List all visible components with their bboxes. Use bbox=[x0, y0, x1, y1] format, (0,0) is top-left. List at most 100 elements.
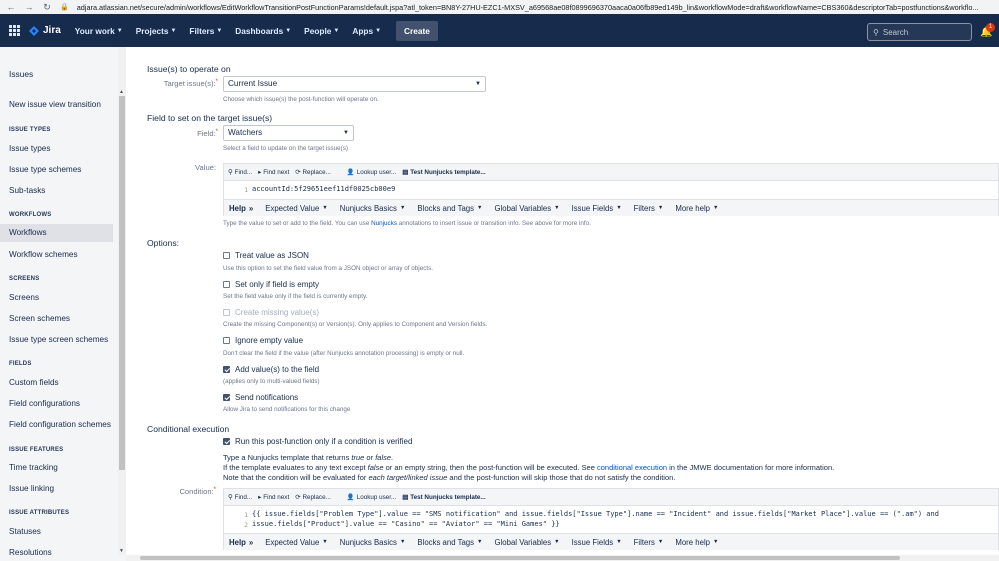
menu-projects[interactable]: Projects ▼ bbox=[136, 26, 177, 36]
sidebar-item-issue-linking[interactable]: Issue linking bbox=[9, 484, 54, 493]
blocks-and-tags-tab[interactable]: Blocks and Tags ▼ bbox=[417, 538, 482, 547]
find-next-button[interactable]: ▸ Find next bbox=[258, 169, 289, 176]
create-button[interactable]: Create bbox=[396, 20, 438, 41]
menu-dashboards[interactable]: Dashboards ▼ bbox=[235, 26, 291, 36]
option-add-values[interactable]: Add value(s) to the field bbox=[223, 365, 319, 374]
sidebar-heading-issue-types: ISSUE TYPES bbox=[9, 127, 51, 133]
checkbox bbox=[223, 309, 230, 316]
option-ignore-empty[interactable]: Ignore empty value bbox=[223, 336, 303, 345]
conditional-execution-link[interactable]: conditional execution bbox=[597, 463, 667, 472]
field-select[interactable]: Watchers ▼ bbox=[223, 125, 354, 141]
filters-tab[interactable]: Filters ▼ bbox=[634, 204, 664, 213]
value-code[interactable]: accountId:5f29651eef11df0025cb00e9 bbox=[252, 185, 395, 193]
sidebar-item-time-tracking[interactable]: Time tracking bbox=[9, 463, 58, 472]
sidebar-item-screen-schemes[interactable]: Screen schemes bbox=[9, 314, 70, 323]
chevron-down-icon: ▼ bbox=[657, 205, 664, 211]
option-treat-json-hint: Use this option to set the field value f… bbox=[223, 265, 433, 272]
sidebar-item-issue-types[interactable]: Issue types bbox=[9, 144, 50, 153]
checkbox[interactable] bbox=[223, 337, 230, 344]
sidebar-item-issue-type-schemes[interactable]: Issue type schemes bbox=[9, 165, 81, 174]
reload-icon[interactable]: ↻ bbox=[42, 2, 52, 13]
chevron-down-icon: ▼ bbox=[477, 539, 483, 545]
lookup-user-button[interactable]: 👤 Lookup user... bbox=[347, 493, 396, 502]
condition-editor-toolbar: ⚲ Find... ▸ Find next ⟳ Replace... 👤 Lookup … bbox=[224, 489, 998, 506]
sidebar-item-screens[interactable]: Screens bbox=[9, 293, 39, 302]
sidebar-item-issue-type-screen-schemes[interactable]: Issue type screen schemes bbox=[9, 335, 108, 344]
issue-fields-tab[interactable]: Issue Fields ▼ bbox=[572, 538, 622, 547]
horizontal-scrollbar-thumb[interactable] bbox=[140, 556, 900, 560]
chevron-down-icon: ▼ bbox=[343, 130, 349, 136]
filters-tab[interactable]: Filters ▼ bbox=[634, 538, 664, 547]
help-tab[interactable]: Help» bbox=[229, 538, 253, 547]
chevron-down-icon: ▼ bbox=[216, 27, 223, 34]
condition-help-bar: Help» Expected Value ▼ Nunjucks Basics ▼ B… bbox=[224, 533, 998, 550]
menu-apps[interactable]: Apps ▼ bbox=[352, 26, 381, 36]
option-send-notifications-hint: Allow Jira to send notifications for thi… bbox=[223, 406, 351, 413]
back-icon[interactable]: ← bbox=[6, 2, 16, 12]
sidebar-item-statuses[interactable]: Statuses bbox=[9, 527, 41, 536]
sidebar-item-workflows[interactable]: Workflows bbox=[9, 228, 47, 237]
condition-code-line-1[interactable]: {{ issue.fields["Problem Type"].value ==… bbox=[252, 510, 939, 518]
sidebar: Issues New issue view transition ISSUE T… bbox=[0, 47, 126, 561]
expected-value-tab[interactable]: Expected Value ▼ bbox=[265, 538, 328, 547]
forward-icon[interactable]: → bbox=[24, 2, 34, 12]
global-variables-tab[interactable]: Global Variables ▼ bbox=[495, 204, 560, 213]
help-tab[interactable]: Help» bbox=[229, 204, 253, 213]
menu-filters[interactable]: Filters ▼ bbox=[189, 26, 222, 36]
test-template-button[interactable]: ▤ Test Nunjucks template... bbox=[402, 494, 485, 501]
nunjucks-basics-tab[interactable]: Nunjucks Basics ▼ bbox=[340, 538, 406, 547]
chevron-down-icon: ▼ bbox=[116, 27, 123, 34]
test-template-button[interactable]: ▤ Test Nunjucks template... bbox=[402, 169, 485, 176]
expected-value-tab[interactable]: Expected Value ▼ bbox=[265, 204, 328, 213]
more-help-tab[interactable]: More help ▼ bbox=[675, 538, 718, 547]
scroll-down-icon[interactable]: ▼ bbox=[119, 548, 124, 554]
sidebar-item-field-configuration-schemes[interactable]: Field configuration schemes bbox=[9, 420, 111, 429]
menu-people[interactable]: People ▼ bbox=[304, 26, 339, 36]
chevron-down-icon: ▼ bbox=[399, 205, 406, 211]
sidebar-item-field-configurations[interactable]: Field configurations bbox=[9, 399, 80, 408]
find-next-button[interactable]: ▸ Find next bbox=[258, 494, 289, 501]
option-set-if-empty[interactable]: Set only if field is empty bbox=[223, 280, 319, 289]
option-treat-json[interactable]: Treat value as JSON bbox=[223, 251, 309, 260]
search-input[interactable]: ⚲ Search bbox=[867, 23, 972, 41]
checkbox[interactable] bbox=[223, 252, 230, 259]
option-send-notifications[interactable]: Send notifications bbox=[223, 393, 298, 402]
checkbox-checked[interactable] bbox=[223, 394, 230, 401]
sidebar-scrollbar-thumb[interactable] bbox=[119, 96, 125, 470]
lookup-user-button[interactable]: 👤 Lookup user... bbox=[347, 168, 396, 177]
find-next-icon: ▸ bbox=[258, 493, 262, 501]
replace-button[interactable]: ⟳ Replace... bbox=[295, 169, 331, 176]
global-variables-tab[interactable]: Global Variables ▼ bbox=[495, 538, 560, 547]
double-chevron-icon: » bbox=[248, 203, 254, 213]
find-button[interactable]: ⚲ Find... bbox=[228, 169, 252, 176]
sidebar-item-workflow-schemes[interactable]: Workflow schemes bbox=[9, 250, 78, 259]
double-chevron-icon: » bbox=[248, 537, 254, 547]
sidebar-item-custom-fields[interactable]: Custom fields bbox=[9, 378, 59, 387]
checkbox-checked[interactable] bbox=[223, 366, 230, 373]
blocks-and-tags-tab[interactable]: Blocks and Tags ▼ bbox=[417, 204, 482, 213]
replace-button[interactable]: ⟳ Replace... bbox=[295, 494, 331, 501]
condition-editor[interactable]: ⚲ Find... ▸ Find next ⟳ Replace... 👤 Lookup … bbox=[223, 488, 999, 550]
target-issue-select[interactable]: Current Issue ▼ bbox=[223, 76, 486, 92]
issue-fields-tab[interactable]: Issue Fields ▼ bbox=[572, 204, 622, 213]
nunjucks-link[interactable]: Nunjucks bbox=[371, 220, 397, 227]
sidebar-item-new-issue-view[interactable]: New issue view transition bbox=[9, 100, 101, 109]
sidebar-title[interactable]: Issues bbox=[9, 69, 33, 79]
value-editor[interactable]: ⚲ Find... ▸ Find next ⟳ Replace... 👤 Lookup … bbox=[223, 163, 999, 216]
app-switcher-icon[interactable] bbox=[9, 25, 20, 36]
sidebar-item-resolutions[interactable]: Resolutions bbox=[9, 548, 52, 557]
scroll-up-icon[interactable]: ▲ bbox=[119, 89, 124, 95]
condition-code-line-2[interactable]: issue.fields["Product"].value == "Casino… bbox=[252, 520, 560, 528]
menu-your-work[interactable]: Your work ▼ bbox=[75, 26, 123, 36]
nunjucks-basics-tab[interactable]: Nunjucks Basics ▼ bbox=[340, 204, 406, 213]
conditional-checkbox[interactable]: Run this post-function only if a conditi… bbox=[223, 437, 412, 446]
sidebar-item-sub-tasks[interactable]: Sub-tasks bbox=[9, 186, 45, 195]
more-help-tab[interactable]: More help ▼ bbox=[675, 204, 718, 213]
checkbox[interactable] bbox=[223, 281, 230, 288]
find-button[interactable]: ⚲ Find... bbox=[228, 494, 252, 501]
url-text[interactable]: adjara.atlassian.net/secure/admin/workfl… bbox=[77, 3, 999, 12]
jira-logo[interactable]: Jira bbox=[29, 25, 61, 36]
checkbox-checked[interactable] bbox=[223, 438, 230, 445]
replace-icon: ⟳ bbox=[295, 168, 301, 176]
chevron-down-icon: ▼ bbox=[554, 539, 560, 545]
